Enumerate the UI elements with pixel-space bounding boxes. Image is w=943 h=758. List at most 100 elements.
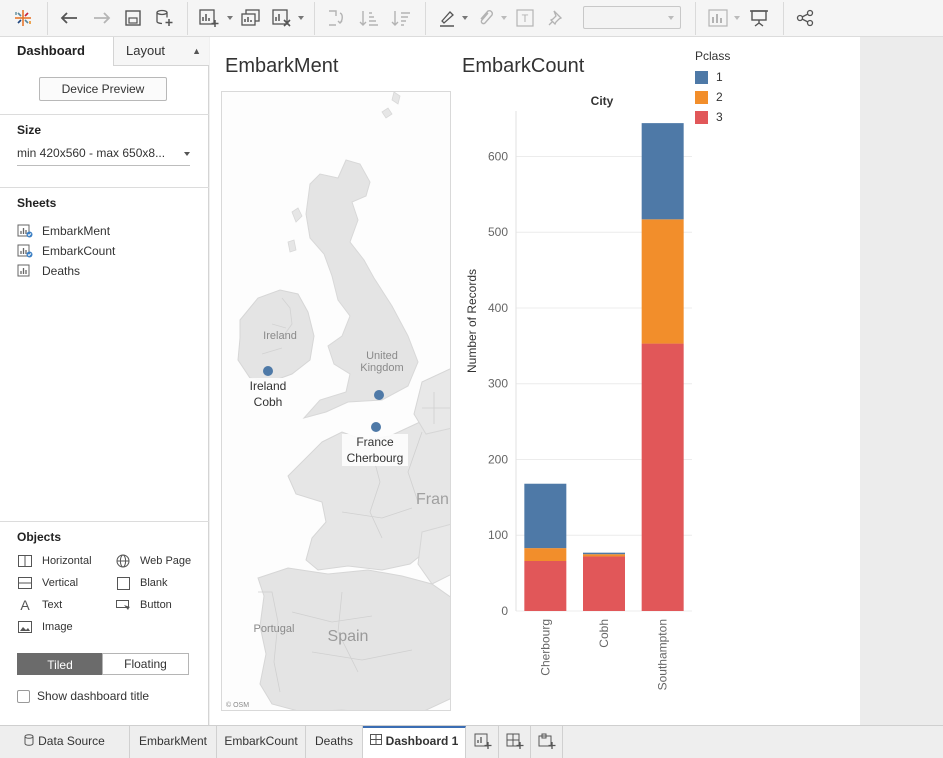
show-title-label: Show dashboard title — [37, 689, 150, 703]
embarkcount-chart[interactable]: City 0 100 200 300 400 500 600 Number of Records… — [456, 91, 860, 721]
map-point-southampton[interactable] — [374, 390, 384, 400]
tab-layout[interactable]: Layout ▲ — [113, 37, 209, 66]
y-tick-label: 600 — [488, 149, 508, 163]
legend-title: Pclass — [695, 49, 731, 63]
chart-view-title: EmbarkCount — [462, 55, 585, 77]
show-mark-labels-icon[interactable]: T — [514, 6, 536, 30]
tab-dashboard[interactable]: Dashboard — [0, 37, 113, 66]
map-label-portugal: Portugal — [254, 623, 295, 635]
legend-swatch — [695, 90, 708, 104]
new-dashboard-icon[interactable] — [499, 726, 531, 758]
tiled-toggle[interactable]: Tiled — [17, 653, 103, 675]
fix-axes-icon[interactable] — [545, 6, 567, 30]
worksheet-icon — [17, 264, 33, 278]
map-label-uk-2: Kingdom — [360, 362, 403, 374]
size-dropdown[interactable]: min 420x560 - max 650x8... — [17, 146, 190, 166]
tableau-logo-icon[interactable] — [10, 6, 36, 30]
button-icon — [115, 598, 131, 612]
legend-label: 1 — [716, 70, 723, 84]
legend-label: 2 — [716, 90, 723, 104]
object-label: Horizontal — [42, 555, 92, 567]
sort-descending-icon[interactable] — [389, 6, 413, 30]
bar-segment-southampton-class-3[interactable] — [641, 343, 684, 611]
object-horizontal[interactable]: Horizontal — [17, 553, 92, 569]
osm-attribution: © OSM — [226, 701, 249, 709]
duplicate-sheet-icon[interactable] — [239, 6, 263, 30]
sheets-section-title: Sheets — [17, 196, 57, 210]
legend-item-2[interactable]: 2 — [695, 87, 730, 107]
bar-segment-cherbourg-class-3[interactable] — [524, 561, 567, 611]
redo-icon[interactable] — [90, 6, 114, 30]
sheet-label: Deaths — [42, 264, 81, 278]
point-label-cobh-country: Ireland — [250, 379, 287, 393]
svg-text:T: T — [522, 13, 529, 25]
text-icon: A — [20, 597, 30, 613]
checkbox-icon[interactable] — [17, 689, 30, 703]
dashboard-pane: Dashboard Layout ▲ Device Preview Size m… — [0, 37, 209, 725]
x-tick-label: Cobh — [597, 619, 611, 648]
x-tick-label: Southampton — [656, 619, 670, 690]
show-dashboard-title-checkbox[interactable]: Show dashboard title — [17, 689, 149, 703]
object-text[interactable]: A Text — [17, 597, 62, 613]
map-point-cherbourg[interactable] — [371, 422, 381, 432]
sheet-item-embarkment[interactable]: EmbarkMent — [17, 222, 110, 240]
undo-icon[interactable] — [57, 6, 81, 30]
size-value: min 420x560 - max 650x8... — [17, 146, 166, 160]
object-button[interactable]: Button — [115, 597, 172, 613]
embarkment-map[interactable]: Ireland United Kingdom Fran Spain Portug… — [221, 91, 451, 711]
legend-swatch — [695, 110, 708, 124]
tab-data-source[interactable]: Data Source — [0, 726, 130, 758]
clear-sheet-icon[interactable] — [270, 6, 294, 30]
show-me-icon[interactable] — [706, 6, 730, 30]
presentation-mode-icon[interactable] — [747, 6, 771, 30]
map-view-title: EmbarkMent — [225, 55, 339, 77]
map-point-cobh[interactable] — [263, 366, 273, 376]
bar-segment-southampton-class-2[interactable] — [641, 219, 684, 344]
object-label: Button — [140, 599, 172, 611]
floating-toggle[interactable]: Floating — [102, 653, 189, 675]
swap-rows-columns-icon[interactable] — [324, 6, 348, 30]
share-icon[interactable] — [794, 6, 816, 30]
image-icon — [17, 620, 33, 634]
new-worksheet-icon[interactable] — [197, 6, 221, 30]
bar-segment-southampton-class-1[interactable] — [641, 123, 684, 220]
new-worksheet-icon[interactable] — [466, 726, 499, 758]
new-data-source-icon[interactable] — [153, 6, 175, 30]
bar-segment-cherbourg-class-1[interactable] — [524, 483, 567, 549]
y-tick-label: 100 — [488, 528, 508, 542]
tab-sheet-embarkment[interactable]: EmbarkMent — [130, 726, 217, 758]
bar-segment-cherbourg-class-2[interactable] — [524, 548, 567, 561]
save-icon[interactable] — [122, 6, 144, 30]
group-members-icon[interactable] — [474, 6, 496, 30]
tab-sheet-deaths[interactable]: Deaths — [306, 726, 363, 758]
object-image[interactable]: Image — [17, 619, 73, 635]
vertical-container-icon — [17, 576, 33, 590]
object-web-page[interactable]: Web Page — [115, 553, 191, 569]
object-blank[interactable]: Blank — [115, 575, 168, 591]
device-preview-button[interactable]: Device Preview — [39, 77, 167, 101]
sheet-label: EmbarkMent — [42, 224, 111, 238]
tab-dashboard-1[interactable]: Dashboard 1 — [363, 726, 466, 758]
bar-segment-cobh-class-3[interactable] — [583, 556, 625, 611]
legend-item-1[interactable]: 1 — [695, 67, 730, 87]
y-tick-label: 500 — [488, 225, 508, 239]
bar-segment-cobh-class-2[interactable] — [583, 554, 625, 557]
highlight-icon[interactable] — [436, 6, 458, 30]
x-tick-label: Cherbourg — [538, 619, 552, 676]
sort-ascending-icon[interactable] — [357, 6, 381, 30]
new-story-icon[interactable] — [531, 726, 563, 758]
tab-sheet-embarkcount[interactable]: EmbarkCount — [217, 726, 306, 758]
dashboard-area: EmbarkMent EmbarkCount Ireland United Ki… — [210, 37, 860, 725]
fit-dropdown[interactable] — [583, 6, 681, 29]
legend-label: 3 — [716, 110, 723, 124]
sheet-item-deaths[interactable]: Deaths — [17, 262, 80, 280]
sheet-item-embarkcount[interactable]: EmbarkCount — [17, 242, 115, 260]
horizontal-container-icon — [17, 554, 33, 568]
chart-column-header: City — [591, 94, 614, 108]
map-label-uk-1: United — [366, 350, 398, 362]
bar-segment-cobh-class-1[interactable] — [583, 552, 625, 555]
sheet-tabs-bar: Data Source EmbarkMent EmbarkCount Death… — [0, 725, 943, 758]
object-vertical[interactable]: Vertical — [17, 575, 78, 591]
legend-item-3[interactable]: 3 — [695, 107, 730, 127]
y-tick-label: 400 — [488, 301, 508, 315]
